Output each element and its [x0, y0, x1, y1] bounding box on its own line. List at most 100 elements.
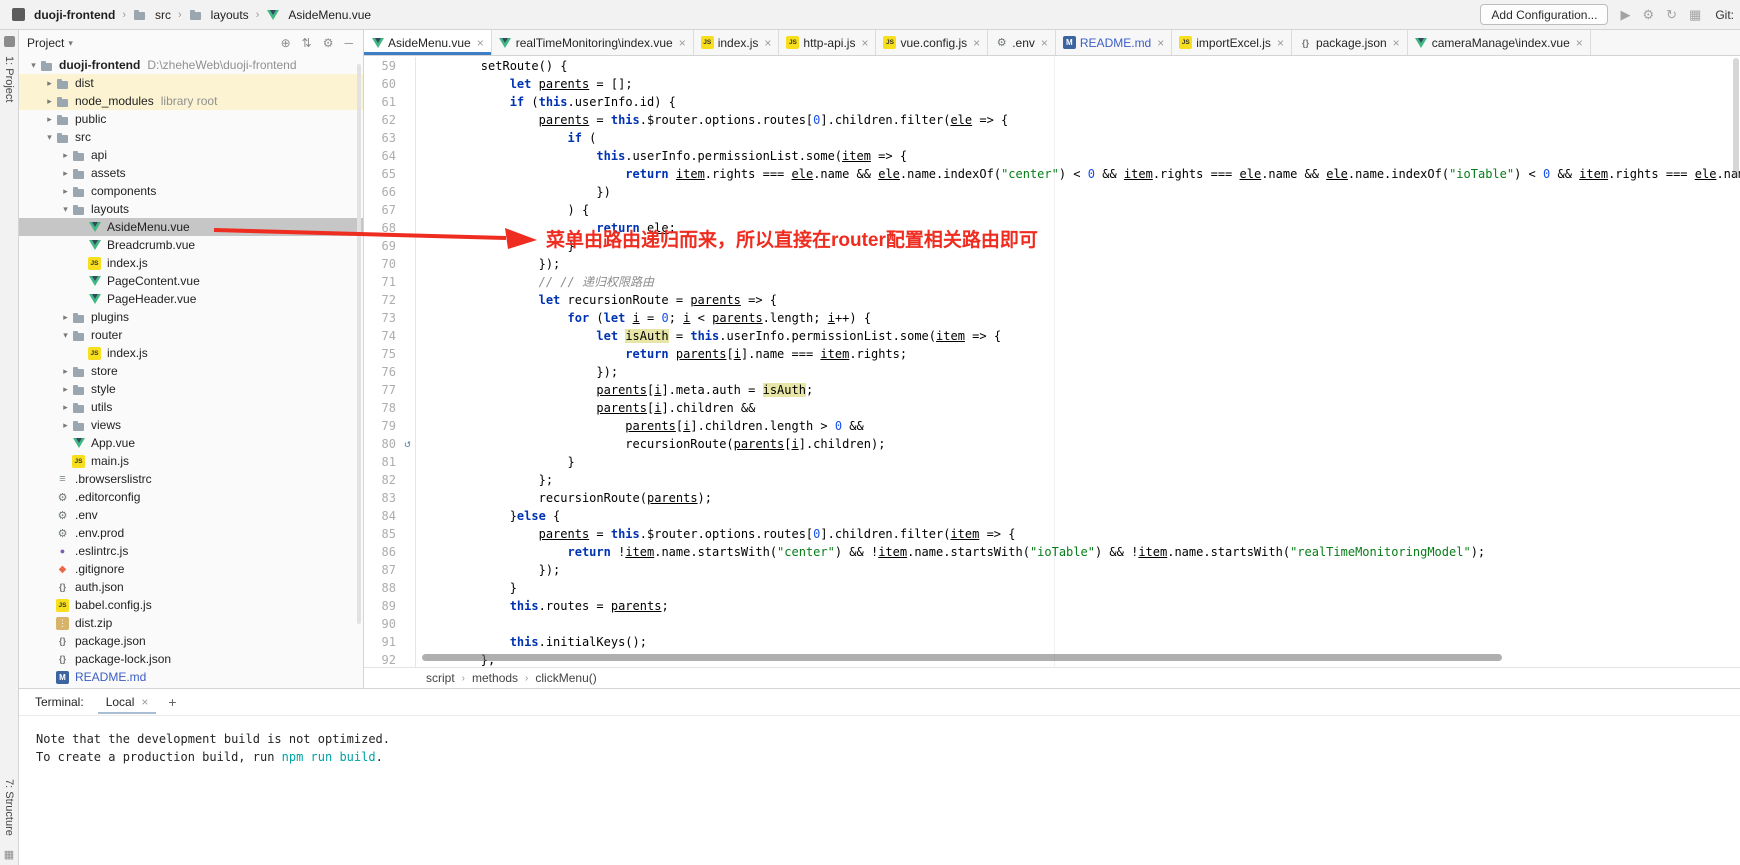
code-line-83[interactable]: 83 recursionRoute(parents); [364, 489, 1740, 507]
line-number[interactable]: 70 [364, 255, 400, 273]
tab-close-icon[interactable]: × [1393, 36, 1400, 50]
line-number[interactable]: 90 [364, 615, 400, 633]
tab-close-icon[interactable]: × [679, 36, 686, 50]
tree-item-auth.json[interactable]: auth.json [19, 578, 363, 596]
line-number[interactable]: 82 [364, 471, 400, 489]
line-number[interactable]: 89 [364, 597, 400, 615]
code-line-60[interactable]: 60 let parents = []; [364, 75, 1740, 93]
editor-tab-AsideMenu.vue[interactable]: AsideMenu.vue× [364, 30, 492, 55]
line-number[interactable]: 60 [364, 75, 400, 93]
chevron-collapsed-icon[interactable]: ▸ [43, 78, 56, 89]
code-area[interactable]: 59 setRoute() {60 let parents = [];61 if… [364, 56, 1740, 667]
tree-item-plugins[interactable]: ▸plugins [19, 308, 363, 326]
tree-item-PageContent.vue[interactable]: PageContent.vue [19, 272, 363, 290]
line-number[interactable]: 85 [364, 525, 400, 543]
tree-item-.editorconfig[interactable]: .editorconfig [19, 488, 363, 506]
update-project-icon[interactable]: ↻ [1666, 8, 1677, 21]
code-line-91[interactable]: 91 this.initialKeys(); [364, 633, 1740, 651]
chevron-expanded-icon[interactable]: ▾ [43, 132, 56, 143]
code-line-86[interactable]: 86 return !item.name.startsWith("center"… [364, 543, 1740, 561]
terminal-tab-local[interactable]: Local × [98, 690, 157, 714]
line-number[interactable]: 75 [364, 345, 400, 363]
chevron-expanded-icon[interactable]: ▾ [59, 330, 72, 341]
tree-item-router[interactable]: ▾router [19, 326, 363, 344]
code-line-88[interactable]: 88 } [364, 579, 1740, 597]
tree-item-src[interactable]: ▾src [19, 128, 363, 146]
tree-item-assets[interactable]: ▸assets [19, 164, 363, 182]
code-line-78[interactable]: 78 parents[i].children && [364, 399, 1740, 417]
code-line-85[interactable]: 85 parents = this.$router.options.routes… [364, 525, 1740, 543]
tree-item-.gitignore[interactable]: .gitignore [19, 560, 363, 578]
line-number[interactable]: 86 [364, 543, 400, 561]
editor-tab-README.md[interactable]: README.md× [1056, 30, 1172, 55]
line-number[interactable]: 71 [364, 273, 400, 291]
locate-file-icon[interactable]: ⊕ [281, 36, 291, 50]
tree-item-README.md[interactable]: README.md [19, 668, 363, 686]
editor-tab-package.json[interactable]: package.json× [1292, 30, 1408, 55]
code-line-69[interactable]: 69 } [364, 237, 1740, 255]
tree-item-views[interactable]: ▸views [19, 416, 363, 434]
editor-tab-realTimeMonitoring\index.vue[interactable]: realTimeMonitoring\index.vue× [492, 30, 694, 55]
line-number[interactable]: 83 [364, 489, 400, 507]
code-line-76[interactable]: 76 }); [364, 363, 1740, 381]
line-number[interactable]: 84 [364, 507, 400, 525]
line-number[interactable]: 78 [364, 399, 400, 417]
tree-item-style[interactable]: ▸style [19, 380, 363, 398]
line-number[interactable]: 77 [364, 381, 400, 399]
chevron-collapsed-icon[interactable]: ▸ [59, 402, 72, 413]
line-number[interactable]: 87 [364, 561, 400, 579]
tree-item-Breadcrumb.vue[interactable]: Breadcrumb.vue [19, 236, 363, 254]
tab-close-icon[interactable]: × [141, 695, 148, 709]
tree-item-node_modules[interactable]: ▸node_moduleslibrary root [19, 92, 363, 110]
editor-breadcrumb-item-clickMenu()[interactable]: clickMenu() [535, 671, 596, 685]
tab-close-icon[interactable]: × [1576, 36, 1583, 50]
line-number[interactable]: 72 [364, 291, 400, 309]
tree-item-AsideMenu.vue[interactable]: AsideMenu.vue [19, 218, 363, 236]
tree-item-components[interactable]: ▸components [19, 182, 363, 200]
expand-collapse-icon[interactable]: ⇅ [302, 36, 312, 50]
code-line-68[interactable]: 68 return ele; [364, 219, 1740, 237]
tree-item-babel.config.js[interactable]: babel.config.js [19, 596, 363, 614]
run-icon[interactable]: ▶ [1620, 8, 1630, 21]
bottom-tool-icon[interactable]: ▦ [4, 848, 14, 861]
code-line-77[interactable]: 77 parents[i].meta.auth = isAuth; [364, 381, 1740, 399]
breadcrumb-item-src[interactable]: src [133, 8, 171, 22]
line-number[interactable]: 61 [364, 93, 400, 111]
code-line-67[interactable]: 67 ) { [364, 201, 1740, 219]
code-line-81[interactable]: 81 } [364, 453, 1740, 471]
tab-close-icon[interactable]: × [477, 36, 484, 50]
project-tool-button[interactable]: 1: Project [3, 56, 15, 102]
code-line-61[interactable]: 61 if (this.userInfo.id) { [364, 93, 1740, 111]
project-view-selector[interactable]: Project ▾ [27, 36, 73, 50]
code-line-63[interactable]: 63 if ( [364, 129, 1740, 147]
line-number[interactable]: 92 [364, 651, 400, 667]
tree-item-utils[interactable]: ▸utils [19, 398, 363, 416]
editor-tab-cameraManage\index.vue[interactable]: cameraManage\index.vue× [1408, 30, 1591, 55]
line-number[interactable]: 66 [364, 183, 400, 201]
vertical-scrollbar[interactable] [1733, 58, 1739, 178]
line-number[interactable]: 63 [364, 129, 400, 147]
code-line-90[interactable]: 90 [364, 615, 1740, 633]
code-line-71[interactable]: 71 // // 递归权限路由 [364, 273, 1740, 291]
breadcrumb-item-layouts[interactable]: layouts [189, 8, 249, 22]
editor-tab-index.js[interactable]: index.js× [694, 30, 780, 55]
line-number[interactable]: 91 [364, 633, 400, 651]
tree-item-duoji-frontend[interactable]: ▾duoji-frontendD:\zheheWeb\duoji-fronten… [19, 56, 363, 74]
tree-item-.env[interactable]: .env [19, 506, 363, 524]
chevron-collapsed-icon[interactable]: ▸ [59, 150, 72, 161]
tree-item-App.vue[interactable]: App.vue [19, 434, 363, 452]
tree-item-main.js[interactable]: main.js [19, 452, 363, 470]
tree-item-dist.zip[interactable]: dist.zip [19, 614, 363, 632]
tab-close-icon[interactable]: × [764, 36, 771, 50]
line-number[interactable]: 81 [364, 453, 400, 471]
line-number[interactable]: 67 [364, 201, 400, 219]
project-scrollbar[interactable] [357, 64, 361, 624]
tab-close-icon[interactable]: × [1041, 36, 1048, 50]
code-line-89[interactable]: 89 this.routes = parents; [364, 597, 1740, 615]
chevron-expanded-icon[interactable]: ▾ [27, 60, 40, 71]
chevron-collapsed-icon[interactable]: ▸ [43, 114, 56, 125]
code-line-65[interactable]: 65 return item.rights === ele.name && el… [364, 165, 1740, 183]
tab-close-icon[interactable]: × [1277, 36, 1284, 50]
tree-item-package.json[interactable]: package.json [19, 632, 363, 650]
code-line-62[interactable]: 62 parents = this.$router.options.routes… [364, 111, 1740, 129]
